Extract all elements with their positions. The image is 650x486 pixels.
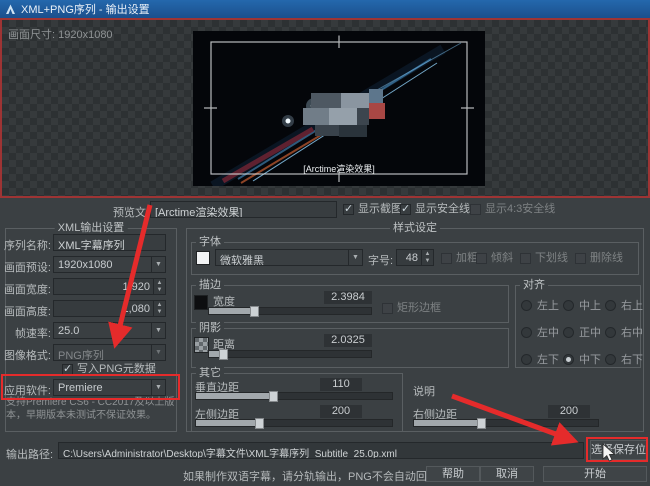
checkbox-box — [382, 303, 393, 314]
right-margin-slider[interactable] — [413, 419, 599, 427]
group-title: XML输出设置 — [55, 222, 128, 234]
font-color-swatch[interactable] — [196, 251, 210, 265]
strikethrough-checkbox[interactable]: 删除线 — [575, 252, 623, 265]
sequence-name-input[interactable]: XML字幕序列 — [53, 234, 166, 251]
chevron-down-icon: ▼ — [348, 250, 362, 265]
checkbox-box: ✓ — [343, 204, 354, 215]
width-label: 画面宽度: — [2, 281, 51, 297]
group-title: 样式设定 — [390, 222, 440, 234]
start-button[interactable]: 开始 — [543, 466, 647, 482]
width-stepper[interactable]: 1,920 ▲▼ — [53, 278, 166, 295]
shadow-distance-slider[interactable] — [208, 350, 372, 358]
bold-checkbox[interactable]: 加粗 — [441, 252, 478, 265]
lens-flare-preview: [Arctime渲染效果] — [193, 31, 485, 186]
checkbox-box: ✓ — [62, 364, 73, 375]
choose-save-location-button[interactable]: 选择保存位置 — [590, 440, 647, 460]
cancel-button[interactable]: 取消 — [480, 466, 534, 482]
help-button[interactable]: 帮助 — [426, 466, 480, 482]
stepper-arrows-icon[interactable]: ▲▼ — [421, 250, 433, 265]
align-bottom-right-radio[interactable]: 右下 — [605, 351, 643, 367]
description-label: 说明 — [413, 383, 435, 399]
image-format-dropdown: PNG序列 ▼ — [53, 344, 166, 361]
align-center-radio[interactable]: 正中 — [563, 324, 601, 340]
font-family-dropdown[interactable]: 微软雅黑 ▼ — [215, 249, 363, 266]
preview-subtitle-text: [Arctime渲染效果] — [303, 163, 375, 174]
slider-handle[interactable] — [250, 306, 259, 317]
framerate-dropdown[interactable]: 25.0 ▼ — [53, 322, 166, 339]
chevron-down-icon: ▼ — [151, 323, 165, 338]
checkbox-box — [476, 253, 487, 264]
stroke-width-value[interactable]: 2.3984 — [324, 291, 372, 304]
height-label: 画面高度: — [2, 303, 51, 319]
window-title: XML+PNG序列 - 输出设置 — [21, 1, 150, 17]
preset-dropdown[interactable]: 1920x1080 ▼ — [53, 256, 166, 273]
checkbox-box — [470, 204, 481, 215]
slider-handle[interactable] — [255, 418, 264, 429]
font-size-label: 字号: — [368, 252, 393, 268]
shadow-color-swatch[interactable] — [194, 337, 209, 353]
bilingual-hint: 如果制作双语字幕，请分轨输出，PNG不会自动回换行 — [183, 468, 449, 484]
preset-label: 画面预设: — [2, 259, 51, 275]
canvas-size-label: 画面尺寸: 1920x1080 — [8, 26, 113, 42]
checkbox-box — [575, 253, 586, 264]
vertical-margin-value[interactable]: 110 — [320, 378, 362, 391]
app-icon — [5, 4, 16, 15]
align-mid-right-radio[interactable]: 右中 — [605, 324, 643, 340]
chevron-down-icon: ▼ — [151, 345, 165, 360]
checkbox-box — [520, 253, 531, 264]
underline-checkbox[interactable]: 下划线 — [520, 252, 568, 265]
framerate-label: 帧速率: — [2, 325, 51, 341]
show-safeline-checkbox[interactable]: ✓ 显示安全线 — [400, 203, 470, 216]
chevron-down-icon: ▼ — [151, 380, 165, 395]
align-top-left-radio[interactable]: 左上 — [521, 297, 559, 313]
checkbox-box — [441, 253, 452, 264]
align-bottom-center-radio[interactable]: 中下 — [563, 351, 601, 367]
show-safe43-checkbox[interactable]: 显示4:3安全线 — [470, 203, 555, 216]
height-stepper[interactable]: 1,080 ▲▼ — [53, 300, 166, 317]
left-margin-slider[interactable] — [195, 419, 393, 427]
video-preview-frame: [Arctime渲染效果] — [193, 31, 485, 186]
output-settings-dialog: XML+PNG序列 - 输出设置 画面尺寸: 1920x1080 — [0, 0, 650, 486]
rect-border-checkbox[interactable]: 矩形边框 — [382, 302, 441, 315]
slider-handle[interactable] — [269, 391, 278, 402]
image-format-label: 图像格式: — [2, 347, 51, 363]
stepper-arrows-icon[interactable]: ▲▼ — [153, 301, 165, 316]
font-size-stepper[interactable]: 48 ▲▼ — [396, 249, 434, 266]
shadow-distance-value[interactable]: 2.0325 — [324, 334, 372, 347]
chevron-down-icon: ▼ — [151, 257, 165, 272]
stepper-arrows-icon[interactable]: ▲▼ — [153, 279, 165, 294]
slider-handle[interactable] — [477, 418, 486, 429]
output-path-input[interactable]: C:\Users\Administrator\Desktop\字幕文件\XML字… — [58, 442, 584, 459]
output-path-label: 输出路径: — [6, 446, 53, 462]
show-screenshot-checkbox[interactable]: ✓ 显示截图 — [343, 203, 402, 216]
italic-checkbox[interactable]: 倾斜 — [476, 252, 513, 265]
title-bar: XML+PNG序列 - 输出设置 — [0, 0, 650, 18]
vertical-margin-slider[interactable] — [195, 392, 393, 400]
align-bottom-left-radio[interactable]: 左下 — [521, 351, 559, 367]
align-top-center-radio[interactable]: 中上 — [563, 297, 601, 313]
stroke-color-swatch[interactable] — [194, 295, 208, 310]
align-top-right-radio[interactable]: 右上 — [605, 297, 643, 313]
preview-text-input[interactable]: [Arctime渲染效果] — [150, 201, 337, 218]
write-png-metadata-checkbox[interactable]: ✓ 写入PNG元数据 — [62, 363, 156, 376]
sequence-name-label: 序列名称: — [2, 237, 51, 253]
slider-handle[interactable] — [219, 349, 228, 360]
align-mid-left-radio[interactable]: 左中 — [521, 324, 559, 340]
stroke-width-slider[interactable] — [208, 307, 372, 315]
left-margin-value[interactable]: 200 — [320, 405, 362, 418]
checkbox-box: ✓ — [400, 204, 411, 215]
compatibility-note: 支持Premiere CS6 - CC2017及以上版本，早期版本未测试不保证效… — [6, 396, 178, 422]
right-margin-value[interactable]: 200 — [548, 405, 590, 418]
target-app-dropdown[interactable]: Premiere ▼ — [53, 379, 166, 396]
